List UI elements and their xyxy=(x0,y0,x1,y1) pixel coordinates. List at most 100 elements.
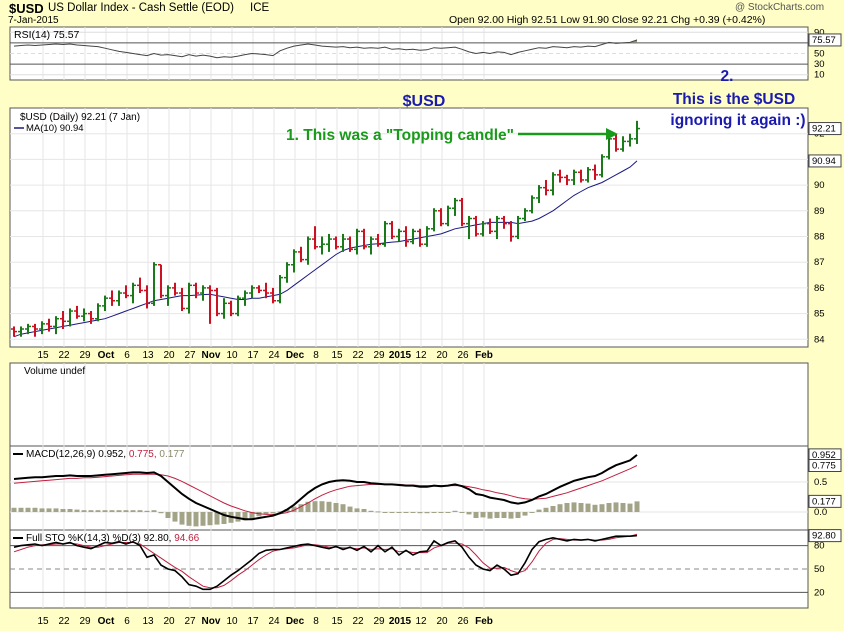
x-tick-label: 29 xyxy=(79,616,91,627)
x-tick-label: 29 xyxy=(373,350,385,361)
macd-histogram-bar xyxy=(494,512,500,518)
price-tick-label: 85 xyxy=(814,309,825,320)
x-tick-label: Oct xyxy=(98,350,115,361)
price-tick-label: 84 xyxy=(814,334,825,345)
macd-histogram-bar xyxy=(564,503,570,512)
rsi-label: RSI(14) 75.57 xyxy=(14,29,80,41)
x-tick-label: Feb xyxy=(475,350,493,361)
x-tick-label: 2015 xyxy=(389,616,412,627)
x-tick-label: Dec xyxy=(286,350,305,361)
sto-tick-label: 20 xyxy=(814,587,825,598)
price-value-label: 92.21 xyxy=(812,124,836,135)
macd-histogram-bar xyxy=(74,509,80,512)
x-tick-label: 8 xyxy=(313,350,319,361)
macd-histogram-bar xyxy=(473,512,479,518)
sto-tick-label: 50 xyxy=(814,564,825,575)
macd-histogram-bar xyxy=(88,510,94,512)
macd-histogram-bar xyxy=(193,512,199,527)
macd-value-label: 0.177 xyxy=(812,496,836,507)
macd-histogram-bar xyxy=(60,509,66,512)
macd-histogram-bar xyxy=(130,510,136,512)
x-tick-label: Dec xyxy=(286,616,305,627)
macd-histogram-bar xyxy=(522,512,528,516)
macd-histogram-bar xyxy=(543,507,549,512)
macd-histogram-bar xyxy=(144,510,150,512)
macd-histogram-bar xyxy=(585,503,591,512)
macd-histogram-bar xyxy=(382,512,388,513)
x-tick-label: 10 xyxy=(226,616,238,627)
macd-histogram-bar xyxy=(501,512,507,518)
macd-histogram-bar xyxy=(312,501,318,512)
x-tick-label: Oct xyxy=(98,616,115,627)
x-tick-label: 22 xyxy=(58,616,70,627)
macd-histogram-bar xyxy=(578,503,584,512)
x-tick-label: 6 xyxy=(124,350,130,361)
ma-value-label: 90.94 xyxy=(812,156,836,167)
macd-histogram-bar xyxy=(410,512,416,513)
macd-histogram-bar xyxy=(459,512,465,513)
price-tick-label: 90 xyxy=(814,180,825,191)
price-tick-label: 88 xyxy=(814,231,825,242)
macd-histogram-bar xyxy=(207,512,213,526)
x-tick-label: Feb xyxy=(475,616,493,627)
macd-histogram-bar xyxy=(18,507,24,512)
x-tick-label: 15 xyxy=(331,616,343,627)
x-tick-label: 29 xyxy=(79,350,91,361)
x-tick-label: 12 xyxy=(415,350,427,361)
macd-histogram-bar xyxy=(571,502,577,512)
annotation-note-2-number: 2. xyxy=(721,68,734,85)
macd-histogram-bar xyxy=(25,507,31,512)
macd-histogram-bar xyxy=(529,512,535,513)
price-tick-label: 87 xyxy=(814,257,825,268)
x-tick-label: 22 xyxy=(58,350,70,361)
x-tick-label: 17 xyxy=(247,350,259,361)
x-tick-label: 24 xyxy=(268,616,280,627)
macd-histogram-bar xyxy=(109,510,115,512)
macd-histogram-bar xyxy=(536,509,542,512)
macd-histogram-bar xyxy=(550,506,556,512)
macd-histogram-bar xyxy=(480,512,486,518)
x-tick-label: 15 xyxy=(331,350,343,361)
macd-histogram-bar xyxy=(340,504,346,512)
macd-histogram-bar xyxy=(123,510,129,512)
x-tick-label: 20 xyxy=(436,616,448,627)
macd-histogram-bar xyxy=(445,512,451,513)
macd-histogram-bar xyxy=(487,512,493,519)
macd-histogram-bar xyxy=(557,504,563,512)
annotation-note-1: 1. This was a "Topping candle" xyxy=(286,127,514,144)
x-tick-label: 2015 xyxy=(389,350,412,361)
x-tick-label: 20 xyxy=(163,616,175,627)
annotation-note-2-line-2: This is the $USD xyxy=(673,91,795,108)
x-tick-label: 29 xyxy=(373,616,385,627)
macd-histogram-bar xyxy=(368,510,374,512)
x-tick-label: 6 xyxy=(124,616,130,627)
x-tick-label: 24 xyxy=(268,350,280,361)
x-tick-label: 13 xyxy=(142,616,154,627)
x-tick-label: 15 xyxy=(37,350,49,361)
macd-histogram-bar xyxy=(137,510,143,512)
chart-canvas: 15 15 22 22 29 29 Oct Oct 6 6 13 13 20 20 27 27 Nov Nov 10… xyxy=(9,26,842,627)
x-tick-label: 12 xyxy=(415,616,427,627)
macd-value-label: 0.775 xyxy=(812,461,836,472)
macd-histogram-bar xyxy=(438,512,444,513)
macd-histogram-bar xyxy=(431,512,437,513)
sto-label: Full STO %K(14,3) %D(3) 92.80, 94.66 xyxy=(26,533,200,544)
macd-histogram-bar xyxy=(116,510,122,512)
macd-histogram-bar xyxy=(39,508,45,512)
volume-label: Volume undef xyxy=(24,366,85,377)
macd-histogram-bar xyxy=(326,501,332,512)
macd-tick-label: 0.0 xyxy=(814,507,827,518)
macd-histogram-bar xyxy=(95,510,101,512)
macd-histogram-bar xyxy=(634,501,640,512)
rsi-value-label: 75.57 xyxy=(812,35,836,46)
macd-histogram-bar xyxy=(158,512,164,514)
macd-histogram-bar xyxy=(53,508,59,512)
macd-histogram-bar xyxy=(165,512,171,518)
annotation-title: $USD xyxy=(403,93,446,110)
x-tick-label: 8 xyxy=(313,616,319,627)
rsi-tick-label: 30 xyxy=(814,59,825,70)
x-tick-label: 20 xyxy=(436,350,448,361)
macd-histogram-bar xyxy=(102,510,108,512)
macd-histogram-bar xyxy=(354,508,360,512)
x-tick-label: 26 xyxy=(457,616,469,627)
